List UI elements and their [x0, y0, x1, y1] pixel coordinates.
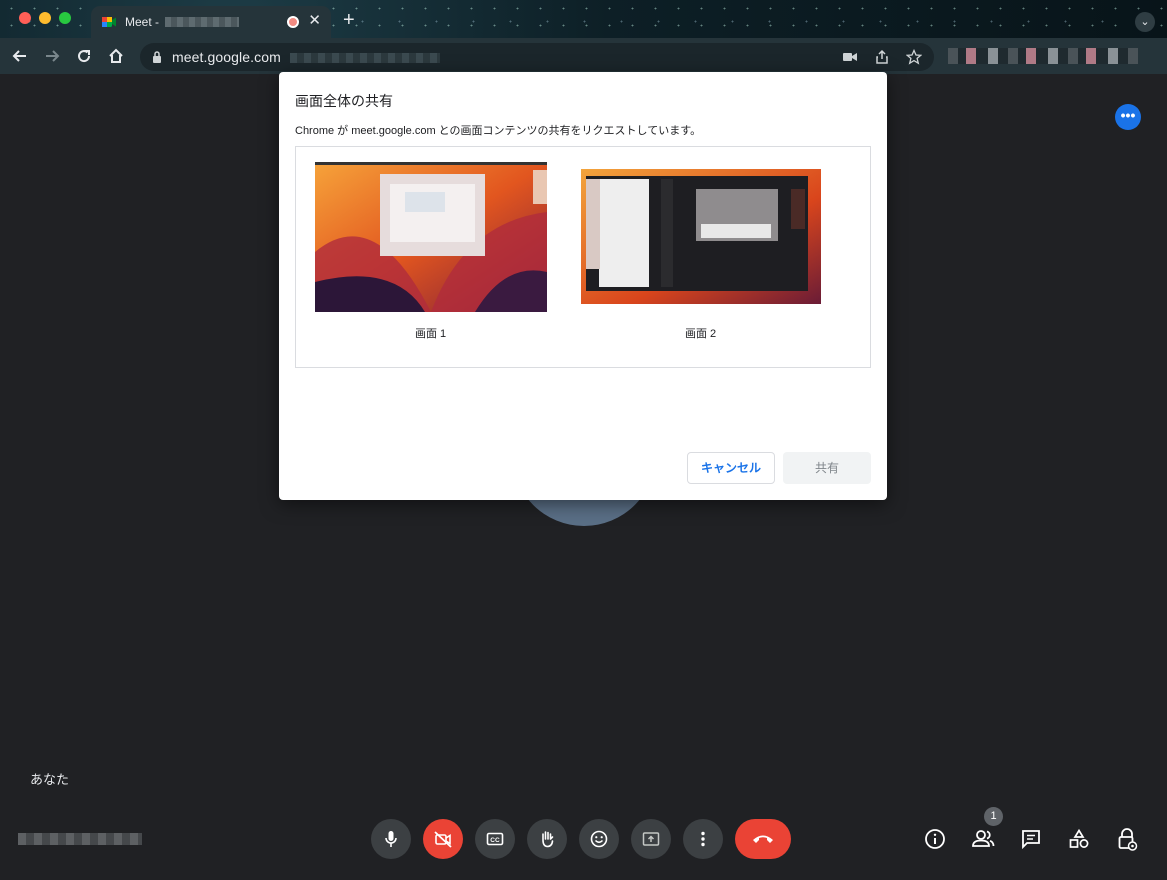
cancel-button[interactable]: キャンセル [687, 452, 775, 484]
more-options-icon[interactable]: ••• [1115, 104, 1141, 130]
bookmark-star-icon[interactable] [906, 49, 922, 65]
meet-favicon-icon [102, 17, 116, 27]
captions-button[interactable]: CC [475, 819, 515, 859]
end-call-icon [753, 835, 773, 843]
lock-icon [153, 51, 161, 63]
meeting-details-button[interactable] [923, 827, 947, 851]
tab-title-redacted [165, 17, 240, 27]
new-tab-button[interactable]: + [343, 10, 355, 30]
chat-button[interactable] [1019, 827, 1043, 851]
more-options-button[interactable] [683, 819, 723, 859]
mic-icon [385, 831, 397, 847]
forward-arrow-icon[interactable] [43, 47, 61, 65]
screen-2-thumbnail[interactable] [581, 169, 821, 304]
window-minimize-button[interactable] [39, 12, 51, 24]
captions-icon: CC [486, 832, 504, 846]
host-controls-icon [1118, 828, 1138, 851]
dialog-description: Chrome が meet.google.com との画面コンテンツの共有をリク… [295, 125, 702, 137]
extensions-redacted [948, 48, 1138, 64]
screen-picker: 画面 1 画面 2 [295, 146, 871, 368]
screen-1-label: 画面 1 [415, 328, 447, 340]
tab-close-button[interactable]: ✕ [308, 13, 321, 28]
recording-indicator-icon [287, 16, 299, 28]
camera-off-icon [434, 831, 452, 848]
tab-search-chevron-icon[interactable]: ⌄ [1135, 12, 1155, 32]
share-button[interactable]: 共有 [783, 452, 871, 484]
screen-1-thumbnail[interactable] [315, 162, 547, 312]
camera-in-use-icon[interactable] [842, 49, 858, 65]
raise-hand-icon [542, 831, 554, 848]
browser-tab[interactable]: Meet - ✕ [91, 6, 331, 38]
url-path-redacted [290, 53, 440, 63]
present-button[interactable] [631, 819, 671, 859]
reload-icon[interactable] [75, 47, 93, 65]
url-text: meet.google.com [172, 49, 281, 65]
info-icon [925, 829, 945, 849]
address-bar[interactable]: meet.google.com [140, 43, 934, 71]
end-call-button[interactable] [735, 819, 791, 859]
window-close-button[interactable] [19, 12, 31, 24]
chat-icon [1022, 830, 1040, 850]
home-icon[interactable] [107, 47, 125, 65]
present-icon [642, 832, 660, 846]
more-vert-icon [701, 831, 705, 847]
meeting-info-redacted [18, 833, 142, 845]
window-maximize-button[interactable] [59, 12, 71, 24]
raise-hand-button[interactable] [527, 819, 567, 859]
emoji-button[interactable] [579, 819, 619, 859]
people-button[interactable] [971, 827, 995, 851]
activities-icon [1069, 828, 1089, 848]
participant-count-badge: 1 [984, 807, 1003, 826]
emoji-icon [590, 830, 608, 848]
host-controls-button[interactable] [1115, 827, 1139, 851]
back-arrow-icon[interactable] [11, 47, 29, 65]
mic-button[interactable] [371, 819, 411, 859]
camera-toggle-button[interactable] [423, 819, 463, 859]
self-name-label: あなた [30, 772, 70, 787]
share-page-icon[interactable] [874, 49, 890, 65]
svg-text:CC: CC [490, 837, 500, 844]
activities-button[interactable] [1067, 827, 1091, 851]
people-icon [972, 830, 995, 847]
tab-title: Meet - [125, 15, 160, 29]
share-screen-dialog: 画面全体の共有 Chrome が meet.google.com との画面コンテ… [279, 72, 887, 500]
dialog-title: 画面全体の共有 [295, 93, 393, 109]
screen-2-label: 画面 2 [685, 328, 717, 340]
